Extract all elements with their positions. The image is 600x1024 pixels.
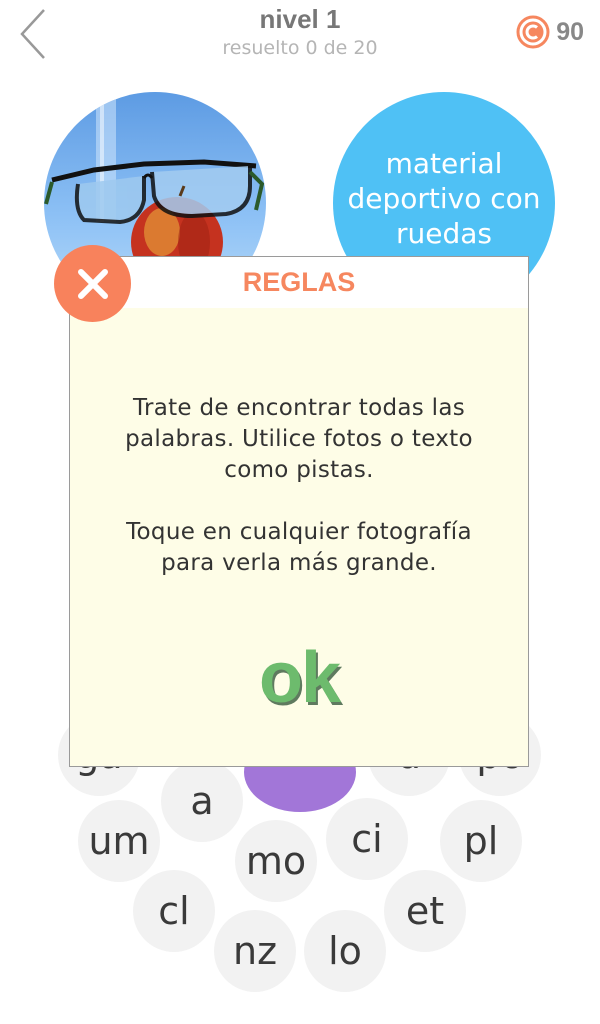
letter-bubble[interactable]: um [78, 800, 160, 882]
dialog-title: REGLAS [242, 267, 356, 297]
letter-bubble[interactable]: cl [133, 870, 215, 952]
ok-button[interactable]: ok [70, 637, 528, 719]
rules-paragraph-1: Trate de encontrar todas las palabras. U… [125, 395, 473, 483]
close-button[interactable] [54, 245, 131, 322]
coin-count: 90 [556, 17, 584, 46]
rules-dialog: REGLAS Trate de encontrar todas las pala… [69, 256, 529, 767]
letter-bubble[interactable]: lo [304, 910, 386, 992]
rules-text: Trate de encontrar todas las palabras. U… [70, 393, 528, 610]
letter-bubble[interactable]: a [161, 760, 243, 842]
letter-bubble[interactable]: ci [326, 798, 408, 880]
coin-icon [516, 15, 550, 49]
text-hint: material deportivo con ruedas [347, 146, 541, 250]
letter-bubble[interactable]: mo [235, 820, 317, 902]
coin-counter[interactable]: 90 [516, 14, 584, 50]
dialog-header: REGLAS [70, 257, 528, 308]
letter-bubble[interactable]: nz [214, 910, 296, 992]
letter-bubble[interactable]: pl [440, 800, 522, 882]
close-icon [77, 268, 108, 299]
rules-paragraph-2: Toque en cualquier fotografía para verla… [126, 519, 472, 576]
level-title: nivel 1 [259, 4, 341, 34]
letter-bubble[interactable]: et [384, 870, 466, 952]
progress-text: resuelto 0 de 20 [222, 37, 378, 59]
